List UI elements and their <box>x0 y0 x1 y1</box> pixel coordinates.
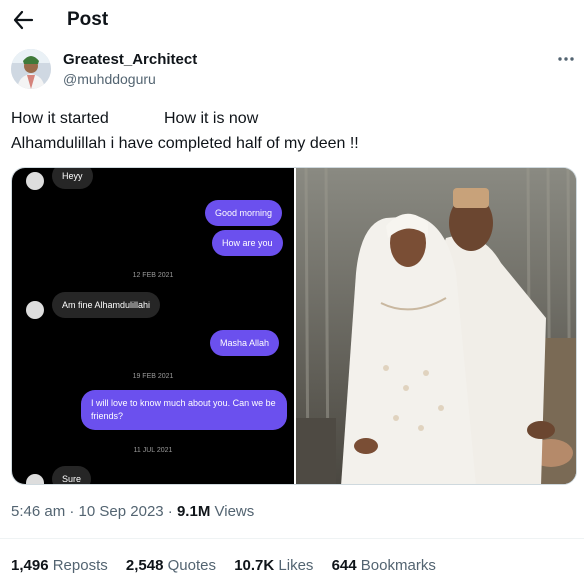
author-handle[interactable]: @muhddoguru <box>63 71 156 87</box>
post-text-line1-left: How it started <box>11 110 109 127</box>
quotes-count: 2,548 <box>125 557 164 574</box>
post-stats: 1,496 Reposts 2,548 Quotes 10.7K Likes 6… <box>11 557 450 574</box>
author-name[interactable]: Greatest_Architect <box>63 51 197 68</box>
meta-separator-dot: · <box>167 503 177 520</box>
chat-message-in: Heyy <box>52 168 93 189</box>
divider <box>0 538 584 539</box>
chat-message-in: Am fine Alhamdulillahi <box>52 292 161 318</box>
chat-message-in: Sure <box>52 466 92 484</box>
top-bar: Post <box>0 0 584 42</box>
chat-message-out: Good morning <box>205 200 283 226</box>
meta-separator-dot: · <box>69 503 79 520</box>
bookmarks-label: Bookmarks <box>360 557 436 574</box>
reposts-count: 1,496 <box>11 557 49 574</box>
chat-date-separator: 11 JUL 2021 <box>133 447 173 454</box>
chat-date-separator: 12 FEB 2021 <box>132 272 174 279</box>
bookmarks-stat[interactable]: 644 Bookmarks <box>332 557 436 574</box>
post-date[interactable]: 10 Sep 2023 <box>79 503 164 520</box>
page-title: Post <box>67 9 109 30</box>
reposts-stat[interactable]: 1,496 Reposts <box>11 557 108 574</box>
reposts-label: Reposts <box>52 557 108 574</box>
views-count: 9.1M <box>176 503 211 520</box>
bookmarks-count: 644 <box>331 557 357 574</box>
likes-count: 10.7K <box>234 557 275 574</box>
post-media[interactable]: Heyy Good morning How are you 12 FEB 202… <box>11 167 577 485</box>
likes-stat[interactable]: 10.7K Likes <box>234 557 313 574</box>
chat-date-separator: 19 FEB 2021 <box>132 373 174 380</box>
post-meta: 5:46 am · 10 Sep 2023 · 9.1M Views <box>11 503 254 520</box>
chat-avatar-icon <box>26 301 44 319</box>
avatar-image <box>11 49 51 89</box>
chat-avatar-icon <box>26 474 44 484</box>
post-text-line1-right: How it is now <box>164 110 259 127</box>
wedding-photo-image <box>296 168 576 484</box>
views-label: Views <box>214 503 255 520</box>
chat-avatar-icon <box>26 172 44 190</box>
chat-message-out: How are you <box>212 230 283 256</box>
more-options-icon[interactable] <box>556 54 576 64</box>
likes-label: Likes <box>278 557 314 574</box>
chat-screenshot[interactable]: Heyy Good morning How are you 12 FEB 202… <box>12 168 294 484</box>
wedding-photo[interactable] <box>296 168 576 484</box>
post-time[interactable]: 5:46 am <box>11 503 65 520</box>
quotes-label: Quotes <box>167 557 217 574</box>
chat-message-out: I will love to know much about you. Can … <box>81 390 287 430</box>
back-arrow-icon[interactable] <box>12 8 34 32</box>
post-text-line2: Alhamdulillah i have completed half of m… <box>11 135 359 152</box>
chat-message-out: Masha Allah <box>210 330 280 356</box>
avatar[interactable] <box>11 49 51 89</box>
quotes-stat[interactable]: 2,548 Quotes <box>126 557 216 574</box>
